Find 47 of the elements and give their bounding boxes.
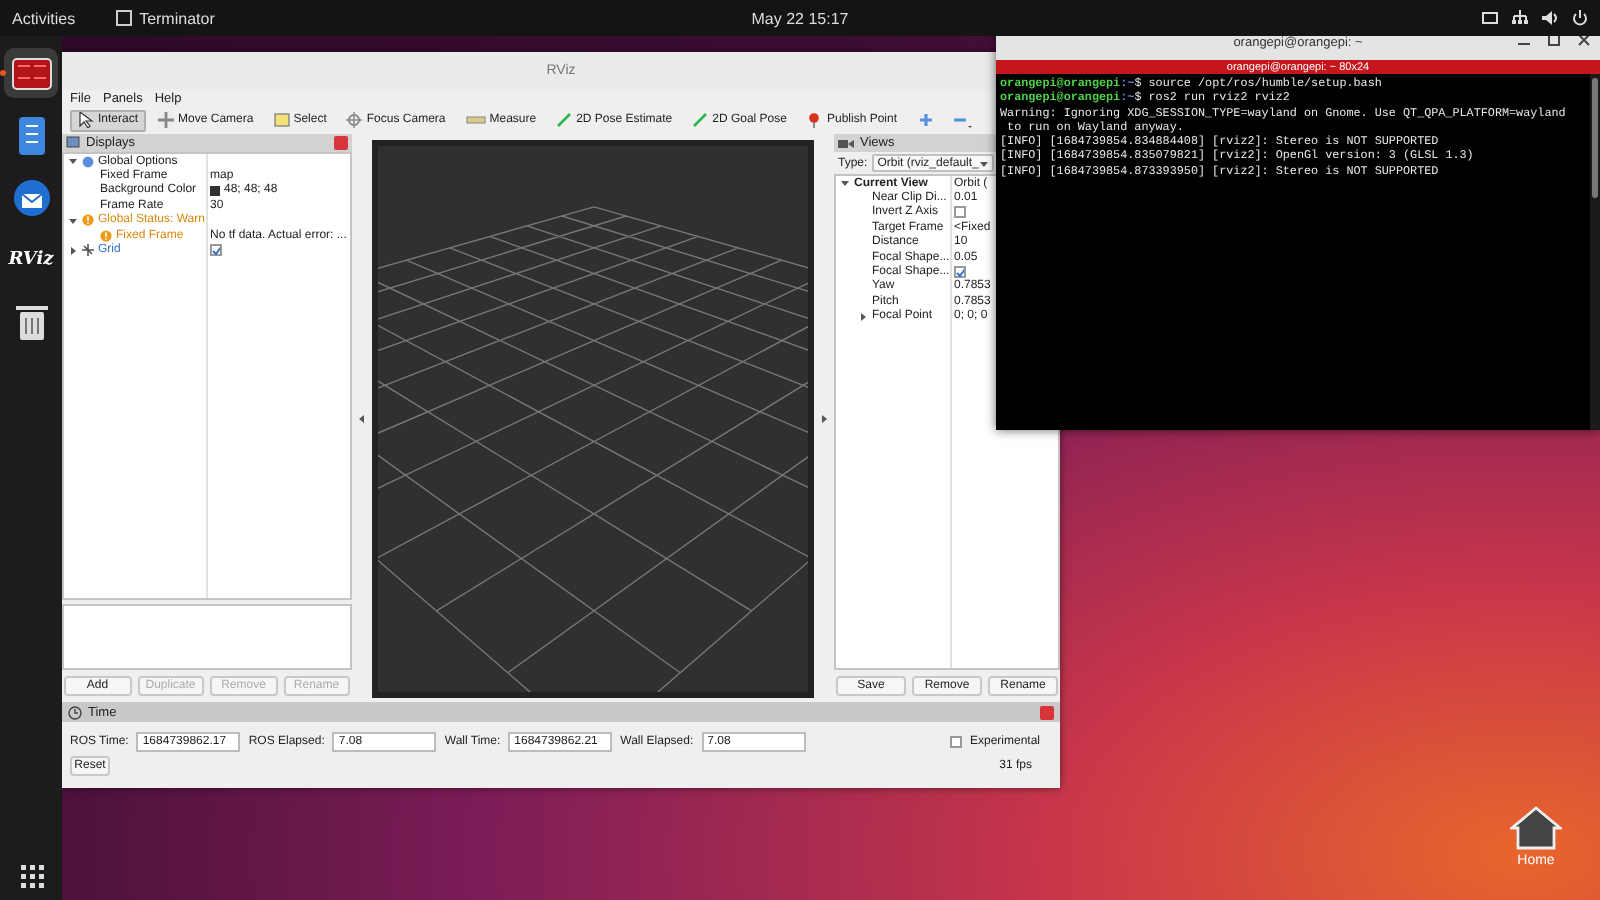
select-icon <box>273 112 290 128</box>
clock[interactable]: May 22 15:17 <box>751 9 849 27</box>
close-icon[interactable] <box>1040 705 1054 719</box>
collapsed-arrow-icon <box>68 245 78 256</box>
maximize-icon <box>1548 34 1560 46</box>
3d-view[interactable] <box>372 140 814 698</box>
ruler-icon <box>465 112 486 128</box>
app-logo: RViz <box>8 249 54 269</box>
grid-icon <box>82 244 94 257</box>
plus-icon <box>917 112 934 128</box>
power-icon <box>1572 10 1588 26</box>
clock-icon <box>68 705 82 719</box>
speaker-icon <box>1542 10 1558 26</box>
activities-button[interactable]: Activities <box>12 9 76 27</box>
checkbox[interactable] <box>949 736 962 748</box>
checkbox[interactable] <box>954 266 966 279</box>
left-arrow-icon <box>358 413 366 423</box>
scrollbar-thumb[interactable] <box>1592 78 1598 198</box>
app-grid-icon <box>19 864 43 888</box>
collapsed-arrow-icon <box>858 311 868 322</box>
expanded-arrow-icon <box>68 156 78 167</box>
mail-icon <box>11 177 51 217</box>
expanded-arrow-icon <box>840 178 850 189</box>
camera-icon <box>838 137 854 149</box>
terminal-icon <box>11 57 51 89</box>
dock-item[interactable] <box>4 48 58 98</box>
home-icon <box>1510 806 1562 850</box>
monitor-icon <box>66 136 80 150</box>
trash-icon <box>15 301 47 341</box>
move-icon <box>158 112 175 128</box>
checkbox[interactable] <box>210 244 222 257</box>
pin-icon <box>806 112 823 128</box>
warning-icon <box>82 214 94 227</box>
circle-icon <box>82 155 94 168</box>
warning-icon <box>100 229 112 242</box>
dock-item[interactable]: RViz <box>4 234 58 284</box>
cursor-icon <box>78 112 94 128</box>
checkbox[interactable] <box>954 206 966 219</box>
close-icon <box>1578 34 1590 46</box>
network-icon <box>1512 10 1528 26</box>
expanded-arrow-icon <box>68 215 78 226</box>
app-name[interactable]: Terminator <box>139 9 215 27</box>
notes-icon <box>17 115 45 155</box>
crosshair-icon <box>346 112 363 128</box>
caret-icon <box>980 159 989 167</box>
right-arrow-icon <box>820 413 828 423</box>
window-icon <box>115 10 132 26</box>
